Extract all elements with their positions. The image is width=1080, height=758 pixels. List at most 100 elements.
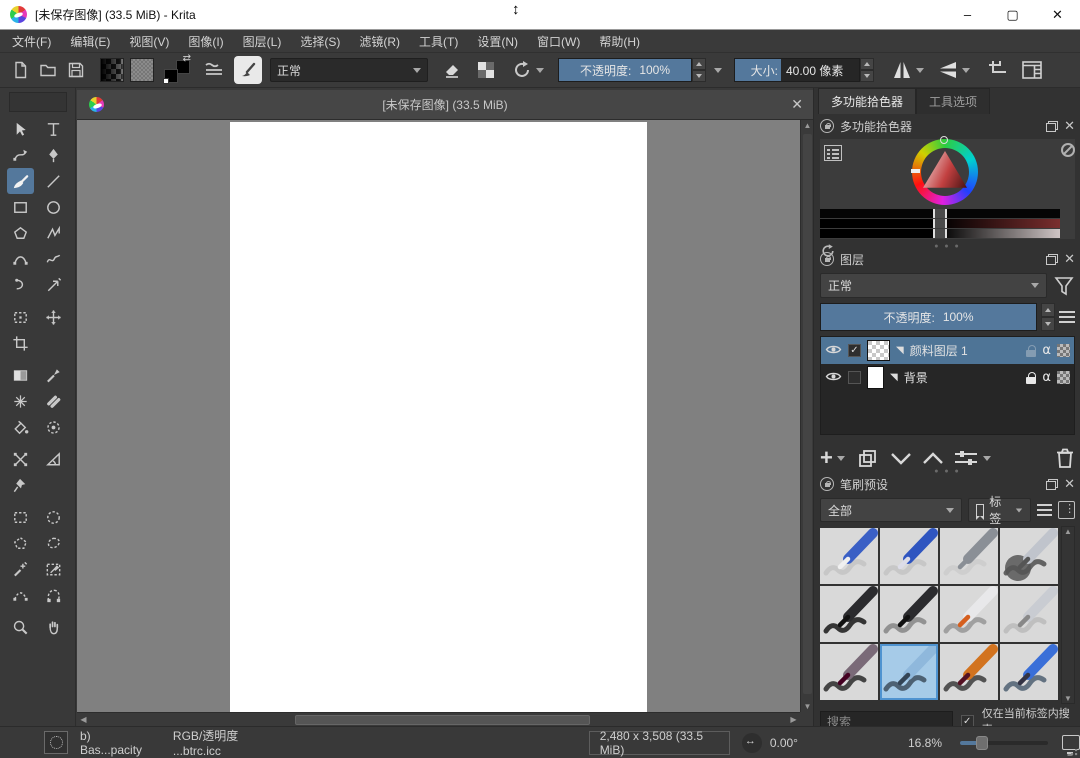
shade-strip-1[interactable] [820, 209, 1060, 218]
color-profile[interactable]: RGB/透明度 ...btrc.icc [173, 727, 279, 758]
float-docker-icon[interactable] [1046, 121, 1058, 132]
properties-dropdown-icon[interactable] [983, 456, 991, 461]
color-wheel[interactable] [912, 139, 978, 205]
image-dimensions[interactable]: 2,480 x 3,508 (33.5 MiB) [589, 731, 730, 755]
menu-item-5[interactable]: 图层(L) [243, 33, 282, 50]
opacity-slider[interactable]: 不透明度:100% [558, 58, 692, 82]
tool-select-ellipse[interactable] [40, 504, 67, 530]
scroll-up-icon[interactable]: ▲ [1064, 527, 1072, 536]
menu-item-7[interactable]: 滤镜(R) [359, 33, 400, 50]
tool-text[interactable] [40, 116, 67, 142]
brush-preset-blue-pencil[interactable] [1000, 644, 1058, 700]
layer-properties-icon[interactable] [953, 449, 979, 467]
layer-opacity-slider[interactable]: 不透明度:100% [820, 303, 1037, 331]
brush-preset-basic-brush[interactable] [880, 644, 938, 700]
rotation-icon[interactable] [742, 733, 762, 753]
tool-transform[interactable] [7, 304, 34, 330]
toolbox-drag-handle[interactable] [9, 92, 67, 112]
document-close-button[interactable]: ✕ [791, 96, 803, 113]
zoom-slider[interactable] [960, 741, 1048, 745]
menu-item-3[interactable]: 视图(V) [129, 33, 169, 50]
document-titlebar[interactable]: [未保存图像] (33.5 MiB) ✕ [77, 90, 813, 120]
selector-settings-icon[interactable] [824, 145, 842, 161]
layer-name[interactable]: 背景 [904, 369, 928, 386]
swap-colors-icon[interactable]: ⇄ [183, 53, 191, 64]
menu-item-8[interactable]: 工具(T) [419, 33, 458, 50]
close-docker-icon[interactable]: ✕ [1064, 251, 1075, 267]
tool-enclose-fill[interactable] [40, 414, 67, 440]
brush-preset-eraser-soft[interactable] [940, 528, 998, 584]
blend-mode-dropdown[interactable]: 正常 [270, 58, 428, 82]
layer-visibility-toggle[interactable] [825, 370, 842, 386]
tool-polygon[interactable] [7, 220, 34, 246]
close-docker-icon[interactable]: ✕ [1064, 118, 1075, 134]
tool-measure[interactable] [40, 446, 67, 472]
tool-polyline[interactable] [40, 220, 67, 246]
layer-row-背景[interactable]: ◥背景α [821, 364, 1074, 391]
layer-filter-icon[interactable] [1053, 274, 1075, 298]
tool-select-polygon[interactable] [7, 530, 34, 556]
mirror-horizontal-dropdown-icon[interactable] [962, 68, 970, 73]
opacity-spinner[interactable] [692, 58, 706, 82]
layer-visibility-toggle[interactable] [825, 343, 842, 359]
tool-dynamic-brush[interactable] [7, 272, 34, 298]
layer-opacity-spinner[interactable] [1041, 303, 1055, 331]
tool-select-picker[interactable] [40, 556, 67, 582]
tool-edit-shapes[interactable] [7, 142, 34, 168]
new-document-button[interactable] [6, 56, 34, 84]
layer-options-menu-icon[interactable] [1059, 311, 1075, 323]
brush-preset-brush-pen[interactable] [880, 586, 938, 642]
shade-strip-2[interactable] [820, 219, 1060, 228]
tool-select-magnetic[interactable] [40, 582, 67, 608]
tool-freehand-path[interactable] [40, 246, 67, 272]
horizontal-scroll-thumb[interactable] [295, 715, 590, 725]
preset-display-config-icon[interactable] [1058, 501, 1075, 519]
brush-preset-eraser-marker[interactable] [880, 528, 938, 584]
tag-button[interactable]: 标签 [968, 498, 1031, 522]
eraser-mode-button[interactable] [438, 56, 466, 84]
tool-rectangle[interactable] [7, 194, 34, 220]
layer-alpha-icon[interactable]: α [1042, 343, 1051, 358]
mirror-vertical-dropdown-icon[interactable] [916, 68, 924, 73]
tool-line[interactable] [40, 168, 67, 194]
rotation-value[interactable]: 0.00° [770, 736, 798, 750]
tool-pointer[interactable] [7, 116, 34, 142]
scroll-right-icon[interactable]: ▶ [787, 715, 800, 724]
shade-strip-3[interactable] [820, 229, 1060, 238]
layer-thumbnail[interactable] [867, 340, 890, 361]
shade-strip-handle[interactable] [933, 209, 947, 218]
brush-preset-airbrush[interactable] [1000, 528, 1058, 584]
layer-alpha-icon[interactable]: α [1042, 370, 1051, 385]
tool-assistants[interactable] [7, 446, 34, 472]
layer-thumbnail[interactable] [867, 366, 884, 389]
canvas[interactable] [230, 122, 647, 712]
menu-item-9[interactable]: 设置(N) [477, 33, 518, 50]
brush-preset-detail-brush[interactable] [940, 644, 998, 700]
open-document-button[interactable] [34, 56, 62, 84]
preserve-alpha-button[interactable] [472, 56, 500, 84]
tool-move[interactable] [40, 304, 67, 330]
reset-colors-icon[interactable] [163, 78, 169, 84]
maximize-button[interactable]: ▢ [990, 0, 1035, 30]
choose-workspace-button[interactable] [1018, 56, 1046, 84]
duplicate-layer-icon[interactable] [857, 448, 879, 468]
preset-grid-scrollbar[interactable]: ▲ ▼ [1061, 526, 1075, 704]
foreground-background-colors[interactable]: ⇄ [164, 57, 190, 83]
layer-checkbox[interactable]: ✓ [848, 344, 861, 357]
opacity-dropdown-icon[interactable] [714, 68, 722, 73]
docker-lock-icon[interactable] [820, 252, 834, 266]
menu-item-6[interactable]: 选择(S) [300, 33, 340, 50]
tool-bezier-curve[interactable] [7, 246, 34, 272]
tool-reference-images[interactable] [7, 472, 34, 498]
delete-layer-icon[interactable] [1055, 447, 1075, 469]
zoom-slider-thumb[interactable] [976, 736, 988, 750]
scroll-left-icon[interactable]: ◀ [77, 715, 90, 724]
save-button[interactable] [62, 56, 90, 84]
tool-color-picker[interactable] [40, 362, 67, 388]
docker-lock-icon[interactable] [820, 477, 834, 491]
brush-preset-eraser-hard[interactable] [820, 528, 878, 584]
brush-preview-button[interactable] [44, 731, 68, 754]
menu-item-10[interactable]: 窗口(W) [537, 33, 580, 50]
zoom-value[interactable]: 16.8% [908, 736, 942, 750]
crop-marks-button[interactable] [984, 56, 1012, 84]
